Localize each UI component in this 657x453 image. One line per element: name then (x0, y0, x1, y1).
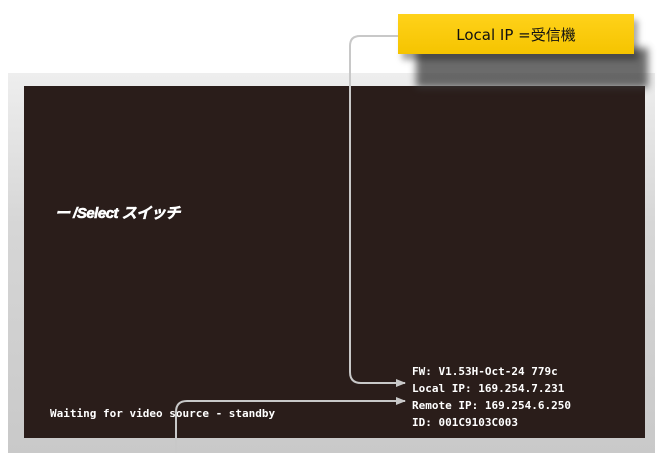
local-ip-callout: Local IP =受信機 (398, 14, 634, 54)
callout-label: Local IP =受信機 (456, 25, 576, 44)
device-id: ID: 001C9103C003 (412, 416, 518, 429)
callout-shadow (416, 48, 648, 88)
remote-ip: Remote IP: 169.254.6.250 (412, 399, 571, 412)
local-ip: Local IP: 169.254.7.231 (412, 382, 565, 395)
select-switch-label: ー /Select スイッチ (55, 205, 181, 223)
waiting-message: Waiting for video source - standby (50, 407, 276, 420)
firmware-version: FW: V1.53H-Oct-24 779c (412, 365, 558, 378)
device-info-block: FW: V1.53H-Oct-24 779c Local IP: 169.254… (412, 363, 571, 431)
diagram-stage: Local IP =受信機 ー /Select スイッチ Waiting for… (0, 0, 657, 453)
